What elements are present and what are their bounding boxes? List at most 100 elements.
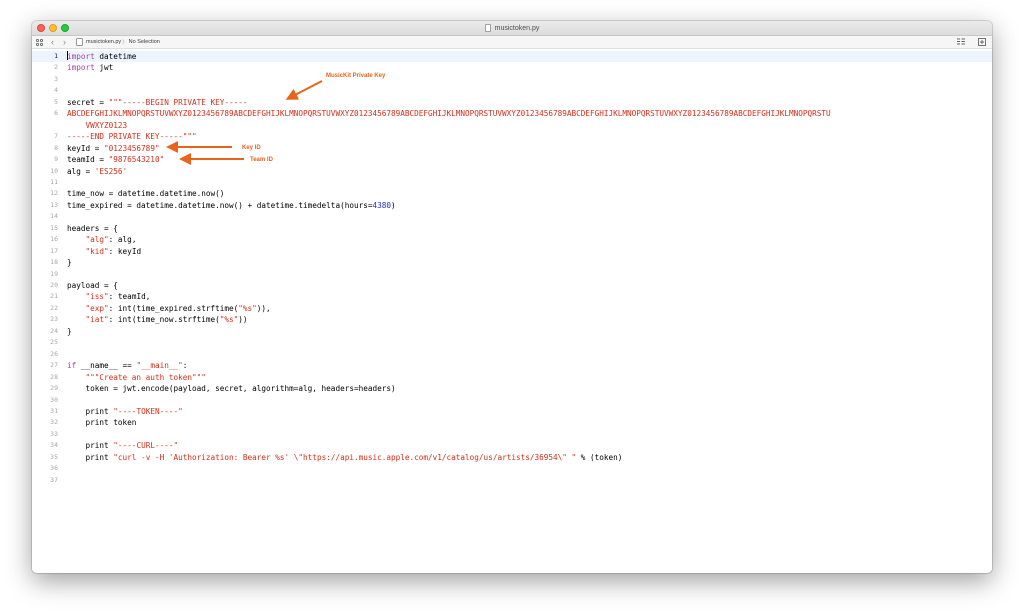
code-token: % (token) <box>576 452 623 462</box>
code-line[interactable]: 13 time_expired = datetime.datetime.now()… <box>32 200 992 211</box>
line-number: 7 <box>54 132 58 141</box>
code-line[interactable]: 30 <box>32 395 992 406</box>
line-number: 26 <box>50 349 58 358</box>
grid-icon <box>36 38 43 46</box>
jump-bar: ‹ › musictoken.py 〉 No Selection <box>32 36 992 49</box>
code-token: print <box>67 406 114 416</box>
breadcrumb-file[interactable]: musictoken.py <box>86 39 121 45</box>
code-line[interactable]: 10 alg = 'ES256' <box>32 166 992 177</box>
code-token: "__main__" <box>136 361 183 371</box>
code-token: secret = <box>67 97 109 107</box>
code-text: keyId = "0123456789" <box>67 143 160 154</box>
back-arrow-icon[interactable]: ‹ <box>51 36 54 48</box>
code-line[interactable]: 9 teamId = "9876543210" <box>32 154 992 165</box>
line-number: 25 <box>50 338 58 347</box>
code-text: } <box>67 257 72 268</box>
code-line[interactable]: 20 payload = { <box>32 280 992 291</box>
breadcrumb: musictoken.py 〉 No Selection <box>76 36 160 48</box>
code-token: } <box>67 258 72 268</box>
code-token: __name__ == <box>76 361 137 371</box>
code-token: print <box>67 452 114 462</box>
breadcrumb-separator: 〉 <box>122 40 128 46</box>
code-line[interactable]: 3 <box>32 74 992 85</box>
line-number: 18 <box>50 258 58 267</box>
line-number: 34 <box>50 441 58 450</box>
code-line[interactable]: 25 <box>32 337 992 348</box>
code-text: "exp": int(time_expired.strftime("%s")), <box>67 303 271 314</box>
code-line[interactable]: 37 <box>32 475 992 486</box>
breadcrumb-selection[interactable]: No Selection <box>129 39 160 45</box>
line-number: 22 <box>50 303 58 312</box>
code-line[interactable]: 27 if __name__ == "__main__": <box>32 360 992 371</box>
code-line[interactable]: 16 "alg": alg, <box>32 234 992 245</box>
annotation-private-key: MusicKit Private Key <box>326 73 386 79</box>
line-number: 5 <box>54 97 58 106</box>
code-line[interactable]: 28 """Create an auth token""" <box>32 372 992 383</box>
code-line[interactable]: 18} <box>32 257 992 268</box>
title-bar: musictoken.py <box>32 21 992 36</box>
code-line[interactable]: 4 <box>32 85 992 96</box>
code-token: time_expired = datetime.datetime.now() +… <box>67 200 373 210</box>
code-line[interactable]: 7 -----END PRIVATE KEY-----""" <box>32 131 992 142</box>
line-number: 9 <box>54 155 58 164</box>
code-token: "%s" <box>219 315 239 325</box>
line-number: 2 <box>54 63 58 72</box>
code-line[interactable]: 8 keyId = "0123456789" <box>32 143 992 154</box>
code-line[interactable]: 26 <box>32 349 992 360</box>
code-line[interactable]: 24} <box>32 326 992 337</box>
code-token: )) <box>238 315 248 325</box>
code-line[interactable]: 31 print "----TOKEN----" <box>32 406 992 417</box>
add-editor-icon[interactable] <box>978 38 986 46</box>
editor-options-icon[interactable] <box>957 38 965 46</box>
related-items-button[interactable] <box>36 36 43 48</box>
line-number: 8 <box>54 143 58 152</box>
editor-window: musictoken.py ‹ › musictoken.py 〉 No Sel… <box>32 21 992 573</box>
code-line[interactable]: 15 headers = { <box>32 223 992 234</box>
code-line[interactable]: 17 "kid": keyId <box>32 246 992 257</box>
code-token: import <box>67 52 95 61</box>
code-line[interactable]: 5 secret = """-----BEGIN PRIVATE KEY----- <box>32 97 992 108</box>
code-line[interactable]: 2 import jwt <box>32 62 992 73</box>
code-line[interactable]: 1 import datetime <box>32 51 992 62</box>
line-number: 11 <box>50 177 58 186</box>
code-text: import jwt <box>67 62 113 73</box>
code-line[interactable]: 6 ABCDEFGHIJKLMNOPQRSTUVWXYZ0123456789ABC… <box>32 108 992 119</box>
code-token: : keyId <box>108 246 142 256</box>
code-line[interactable]: 32 print token <box>32 417 992 428</box>
code-line[interactable]: 21 "iss": teamId, <box>32 291 992 302</box>
code-text: ABCDEFGHIJKLMNOPQRSTUVWXYZ0123456789ABCD… <box>67 108 831 119</box>
code-token: "curl -v -H 'Authorization: Bearer %s' \… <box>113 452 577 462</box>
code-editor[interactable]: 1 import datetime 2 import jwt 3 4 5 secret = "… <box>32 49 992 573</box>
code-line[interactable]: 29 token = jwt.encode(payload, secret, a… <box>32 383 992 394</box>
code-text: "iat": int(time_now.strftime("%s")) <box>67 314 248 325</box>
code-line[interactable]: 35 print "curl -v -H 'Authorization: Bea… <box>32 452 992 463</box>
code-text: -----END PRIVATE KEY-----""" <box>67 131 197 142</box>
line-number: 15 <box>50 223 58 232</box>
code-line[interactable]: 14 <box>32 211 992 222</box>
code-token: -----END PRIVATE KEY-----""" <box>67 132 197 142</box>
code-line[interactable]: 36 <box>32 463 992 474</box>
code-token: } <box>67 326 72 336</box>
code-line[interactable]: VWXYZ0123 <box>32 120 992 131</box>
code-token: VWXYZ0123 <box>67 120 128 130</box>
line-number: 17 <box>50 246 58 255</box>
code-token: "9876543210" <box>108 155 165 165</box>
code-line[interactable]: 34 print "----CURL----" <box>32 440 992 451</box>
code-line[interactable]: 19 <box>32 269 992 280</box>
code-line[interactable]: 11 <box>32 177 992 188</box>
code-token: headers = { <box>67 223 118 233</box>
code-line[interactable]: 23 "iat": int(time_now.strftime("%s")) <box>32 314 992 325</box>
window-title: musictoken.py <box>494 24 540 32</box>
code-token: teamId = <box>67 155 109 165</box>
code-line[interactable]: 12 time_now = datetime.datetime.now() <box>32 188 992 199</box>
code-line[interactable]: 33 <box>32 429 992 440</box>
code-line[interactable]: 22 "exp": int(time_expired.strftime("%s"… <box>32 303 992 314</box>
line-number: 14 <box>50 212 58 221</box>
line-number: 33 <box>50 429 58 438</box>
forward-arrow-icon[interactable]: › <box>63 36 66 48</box>
code-token: : alg, <box>108 235 137 245</box>
